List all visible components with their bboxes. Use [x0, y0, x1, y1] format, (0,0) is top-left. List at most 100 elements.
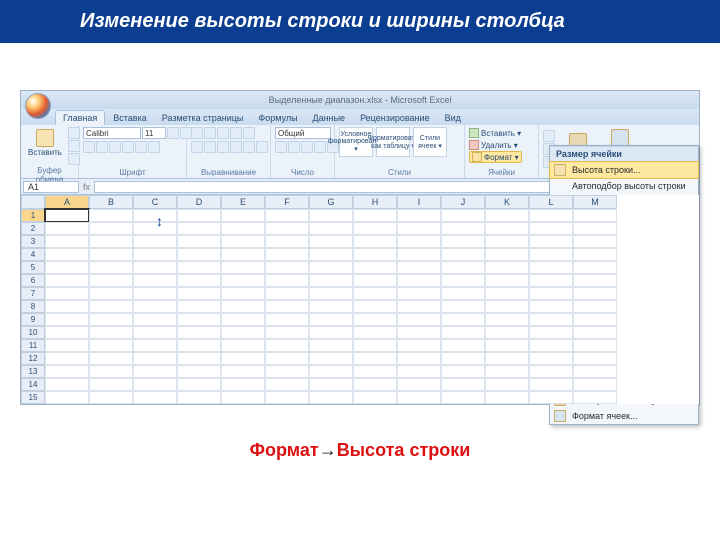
cell[interactable] [221, 209, 265, 222]
cell[interactable] [89, 261, 133, 274]
cell[interactable] [221, 287, 265, 300]
cell[interactable] [529, 326, 573, 339]
currency-icon[interactable] [275, 141, 287, 153]
cell[interactable] [89, 365, 133, 378]
cell[interactable] [133, 209, 177, 222]
cell[interactable] [485, 261, 529, 274]
cell[interactable] [221, 391, 265, 404]
col-header-j[interactable]: J [441, 195, 485, 209]
cell[interactable] [441, 248, 485, 261]
cell[interactable] [309, 274, 353, 287]
cell[interactable] [309, 352, 353, 365]
row-header[interactable]: 10 [21, 326, 45, 339]
number-format-combo[interactable]: Общий [275, 127, 331, 139]
cell[interactable] [89, 287, 133, 300]
cell[interactable] [177, 274, 221, 287]
cell[interactable] [45, 222, 89, 235]
cell[interactable] [353, 209, 397, 222]
cell[interactable] [221, 261, 265, 274]
tab-home[interactable]: Главная [55, 110, 105, 125]
cell[interactable] [397, 222, 441, 235]
cell[interactable] [309, 339, 353, 352]
cell[interactable] [309, 326, 353, 339]
cell[interactable] [133, 300, 177, 313]
cell[interactable] [177, 352, 221, 365]
tab-view[interactable]: Вид [438, 111, 468, 125]
cell[interactable] [397, 274, 441, 287]
cell[interactable] [309, 209, 353, 222]
cell[interactable] [265, 248, 309, 261]
cell[interactable] [485, 235, 529, 248]
cell[interactable] [353, 287, 397, 300]
cell[interactable] [353, 248, 397, 261]
cell[interactable] [441, 313, 485, 326]
cell[interactable] [441, 300, 485, 313]
cell[interactable] [265, 339, 309, 352]
cell[interactable] [133, 339, 177, 352]
cell[interactable] [309, 222, 353, 235]
cell[interactable] [441, 209, 485, 222]
inc-decimal-icon[interactable] [314, 141, 326, 153]
cell[interactable] [45, 365, 89, 378]
cell[interactable] [353, 378, 397, 391]
cell[interactable] [441, 222, 485, 235]
cell[interactable] [45, 209, 89, 222]
indent-inc-icon[interactable] [243, 141, 255, 153]
cell[interactable] [177, 339, 221, 352]
cell[interactable] [353, 235, 397, 248]
cell[interactable] [265, 391, 309, 404]
col-header-h[interactable]: H [353, 195, 397, 209]
cell[interactable] [309, 300, 353, 313]
align-top-icon[interactable] [191, 127, 203, 139]
cell[interactable] [397, 209, 441, 222]
cell[interactable] [397, 326, 441, 339]
cell[interactable] [45, 300, 89, 313]
cell[interactable] [485, 287, 529, 300]
cell[interactable] [529, 209, 573, 222]
cell[interactable] [397, 235, 441, 248]
cell[interactable] [485, 274, 529, 287]
cell[interactable] [353, 300, 397, 313]
cell[interactable] [309, 365, 353, 378]
cell[interactable] [45, 287, 89, 300]
cell[interactable] [529, 378, 573, 391]
cell[interactable] [133, 261, 177, 274]
cell[interactable] [221, 352, 265, 365]
cell[interactable] [265, 235, 309, 248]
cell[interactable] [133, 274, 177, 287]
cell[interactable] [573, 222, 617, 235]
align-left-icon[interactable] [191, 141, 203, 153]
col-header-m[interactable]: M [573, 195, 617, 209]
cell[interactable] [353, 261, 397, 274]
cell[interactable] [441, 274, 485, 287]
col-header-e[interactable]: E [221, 195, 265, 209]
italic-icon[interactable] [96, 141, 108, 153]
cell[interactable] [441, 365, 485, 378]
row-header[interactable]: 2 [21, 222, 45, 235]
cell[interactable] [89, 248, 133, 261]
cell-styles-button[interactable]: Стили ячеек ▾ [413, 127, 447, 157]
cell[interactable] [397, 300, 441, 313]
fill-color-icon[interactable] [135, 141, 147, 153]
cell[interactable] [221, 313, 265, 326]
cell[interactable] [221, 339, 265, 352]
cell[interactable] [177, 391, 221, 404]
cell[interactable] [265, 326, 309, 339]
cell[interactable] [265, 274, 309, 287]
cell[interactable] [397, 339, 441, 352]
cell[interactable] [45, 248, 89, 261]
cell[interactable] [485, 378, 529, 391]
format-cells-button[interactable]: Формат ▾ [469, 151, 522, 163]
cell[interactable] [397, 391, 441, 404]
cell[interactable] [309, 313, 353, 326]
cell[interactable] [309, 248, 353, 261]
cell[interactable] [397, 365, 441, 378]
tab-review[interactable]: Рецензирование [353, 111, 437, 125]
row-header[interactable]: 12 [21, 352, 45, 365]
cell[interactable] [309, 391, 353, 404]
cell[interactable] [221, 300, 265, 313]
cell[interactable] [485, 300, 529, 313]
cell[interactable] [45, 326, 89, 339]
cell[interactable] [265, 313, 309, 326]
row-header[interactable]: 4 [21, 248, 45, 261]
